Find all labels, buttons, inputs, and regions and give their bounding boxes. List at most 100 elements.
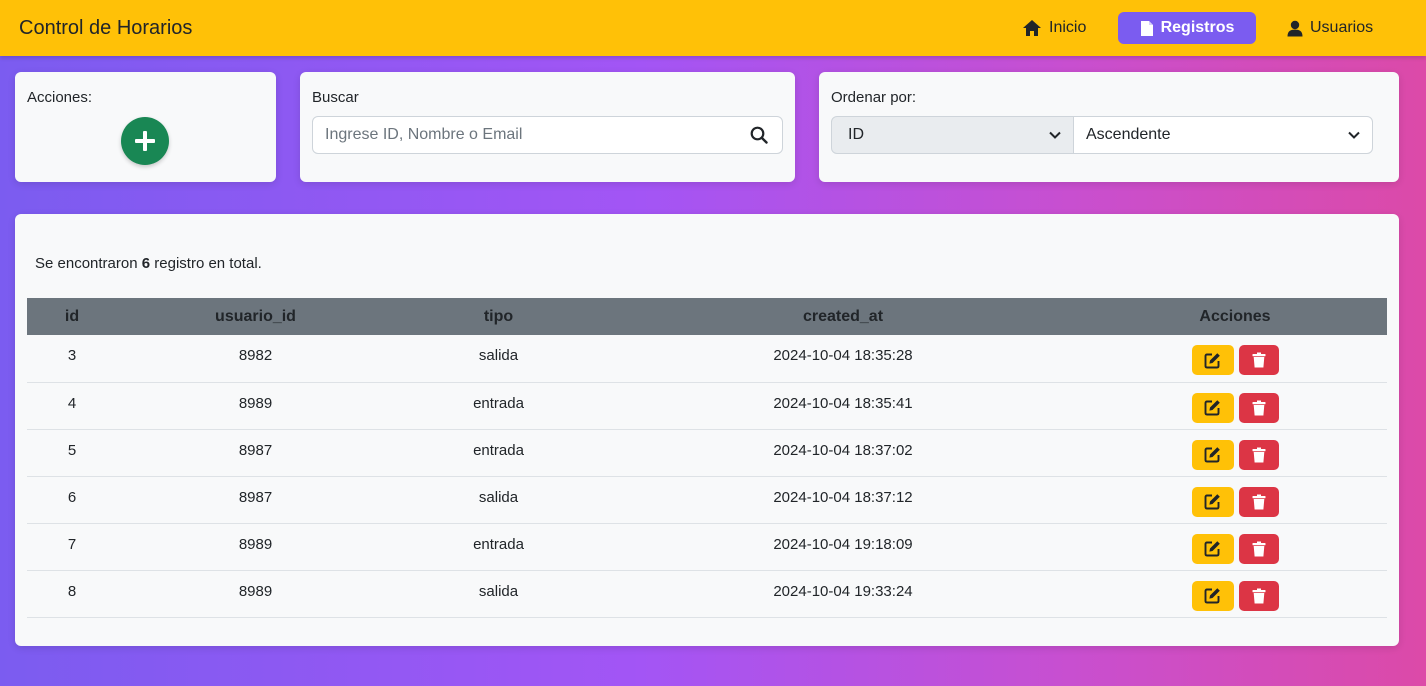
order-field-value: ID [848, 126, 864, 143]
edit-button[interactable] [1191, 533, 1234, 564]
column-header-usuario-id[interactable]: usuario_id [117, 298, 394, 335]
order-card: Ordenar por: ID Ascendente [819, 72, 1399, 182]
edit-icon [1204, 588, 1220, 604]
cell-id: 8 [67, 582, 77, 600]
trash-icon [1252, 352, 1265, 368]
cell-actions [1083, 382, 1387, 429]
cell-actions [1083, 476, 1387, 523]
chevron-down-icon [1348, 131, 1360, 139]
order-label: Ordenar por: [831, 89, 917, 106]
cell-usuario-id: 8982 [238, 347, 273, 364]
table-row: 6 8987 salida 2024-10-04 18:37:12 [27, 476, 1387, 523]
summary-prefix: Se encontraron [35, 255, 138, 272]
nav-link-label: Registros [1160, 19, 1235, 36]
delete-button[interactable] [1238, 486, 1279, 517]
trash-icon [1252, 541, 1265, 556]
cell-id: 5 [67, 441, 77, 459]
table-header-row: id usuario_id tipo created_at Acciones [27, 298, 1387, 335]
actions-card: Acciones: [15, 72, 276, 182]
search-icon[interactable] [750, 126, 768, 144]
actions-label: Acciones: [27, 89, 93, 106]
plus-icon [135, 131, 155, 151]
cell-actions [1083, 429, 1387, 476]
cell-tipo: salida [478, 347, 519, 364]
nav-link-inicio[interactable]: Inicio [1012, 12, 1096, 44]
chevron-down-icon [1049, 131, 1061, 139]
table-row: 3 8982 salida 2024-10-04 18:35:28 [27, 335, 1387, 382]
cell-tipo: salida [478, 582, 519, 600]
add-record-button[interactable] [121, 117, 169, 165]
cell-created-at: 2024-10-04 19:33:24 [773, 582, 913, 600]
search-box [312, 116, 783, 154]
edit-button[interactable] [1191, 439, 1234, 470]
summary-count: 6 [141, 255, 151, 272]
cell-tipo: entrada [473, 535, 524, 553]
cell-id: 4 [67, 394, 77, 412]
trash-icon [1252, 494, 1265, 509]
delete-button[interactable] [1238, 533, 1279, 564]
search-input[interactable] [313, 117, 733, 153]
cell-usuario-id: 8987 [238, 441, 273, 459]
brand-title[interactable]: Control de Horarios [19, 17, 192, 40]
edit-icon [1204, 352, 1220, 368]
column-header-id[interactable]: id [27, 298, 117, 335]
trash-icon [1252, 588, 1265, 603]
cell-created-at: 2024-10-04 18:35:28 [773, 347, 913, 364]
delete-button[interactable] [1238, 392, 1279, 423]
cell-usuario-id: 8987 [238, 488, 273, 506]
cell-usuario-id: 8989 [238, 535, 273, 553]
column-header-created-at[interactable]: created_at [603, 298, 1083, 335]
edit-button[interactable] [1191, 580, 1234, 611]
cell-id: 7 [67, 535, 77, 553]
nav-link-registros[interactable]: Registros [1118, 12, 1256, 44]
edit-icon [1204, 447, 1220, 463]
cell-actions [1083, 570, 1387, 617]
cell-id: 3 [67, 347, 77, 364]
delete-button[interactable] [1238, 345, 1279, 375]
nav-link-label: Inicio [1049, 19, 1087, 36]
table-row: 7 8989 entrada 2024-10-04 19:18:09 [27, 523, 1387, 570]
order-direction-value: Ascendente [1086, 126, 1171, 143]
trash-icon [1252, 400, 1265, 415]
column-header-tipo[interactable]: tipo [394, 298, 603, 335]
records-table: id usuario_id tipo created_at Acciones 3… [27, 298, 1387, 618]
cell-actions [1083, 523, 1387, 570]
edit-icon [1204, 400, 1220, 416]
cell-created-at: 2024-10-04 19:18:09 [773, 535, 913, 553]
edit-icon [1204, 494, 1220, 510]
order-direction-select[interactable]: Ascendente [1073, 116, 1373, 154]
cell-created-at: 2024-10-04 18:35:41 [773, 394, 913, 412]
table-row: 5 8987 entrada 2024-10-04 18:37:02 [27, 429, 1387, 476]
navbar: Control de Horarios Inicio Registros Usu… [0, 0, 1426, 56]
summary-suffix: registro en total. [154, 255, 262, 272]
cell-created-at: 2024-10-04 18:37:02 [773, 441, 913, 459]
user-icon [1287, 20, 1303, 36]
records-card: Se encontraron 6 registro en total. id u… [15, 214, 1399, 646]
delete-button[interactable] [1238, 580, 1279, 611]
cell-actions [1083, 335, 1387, 382]
cell-created-at: 2024-10-04 18:37:12 [773, 488, 913, 506]
order-field-select[interactable]: ID [831, 116, 1074, 154]
cell-usuario-id: 8989 [238, 394, 273, 412]
cell-id: 6 [67, 488, 77, 506]
cell-tipo: entrada [473, 394, 524, 412]
delete-button[interactable] [1238, 439, 1279, 470]
edit-button[interactable] [1191, 486, 1234, 517]
edit-icon [1204, 541, 1220, 557]
table-row: 8 8989 salida 2024-10-04 19:33:24 [27, 570, 1387, 617]
edit-button[interactable] [1191, 392, 1234, 423]
records-summary: Se encontraron 6 registro en total. [35, 255, 262, 272]
file-icon [1140, 20, 1153, 36]
search-label: Buscar [312, 89, 359, 106]
search-card: Buscar [300, 72, 795, 182]
cell-tipo: salida [478, 488, 519, 506]
home-icon [1023, 20, 1041, 36]
nav-link-usuarios[interactable]: Usuarios [1277, 12, 1383, 44]
column-header-acciones: Acciones [1199, 307, 1271, 325]
edit-button[interactable] [1191, 345, 1234, 375]
trash-icon [1252, 447, 1265, 462]
table-row: 4 8989 entrada 2024-10-04 18:35:41 [27, 382, 1387, 429]
cell-tipo: entrada [473, 441, 524, 459]
nav-link-label: Usuarios [1310, 19, 1374, 36]
cell-usuario-id: 8989 [238, 582, 273, 600]
